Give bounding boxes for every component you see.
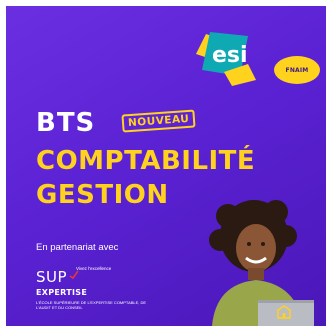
title-line-comptabilite: COMPTABILITÉ [36, 146, 256, 176]
new-badge: NOUVEAU [121, 109, 196, 133]
esi-logo-text: esi [212, 43, 248, 68]
promo-banner: esi FNAIM BTS NOUVEAU COMPTABILITÉ GESTI… [6, 6, 326, 326]
esi-logo: esi [190, 24, 260, 86]
sup-wordmark: SUP [36, 268, 68, 286]
bts-label: BTS [36, 108, 96, 138]
sup-description: L'école supérieure de l'expertise compta… [36, 300, 147, 310]
fnaim-logo: FNAIM [274, 56, 320, 84]
sup-tagline: Vivez l'excellence [76, 266, 112, 271]
expertise-wordmark: EXPERTISE [36, 288, 88, 297]
title-line-gestion: GESTION [36, 180, 169, 210]
student-photo [209, 200, 314, 326]
partnership-intro: En partenariat avec [36, 242, 119, 253]
checkmark-icon [69, 270, 79, 280]
fnaim-logo-text: FNAIM [285, 66, 309, 74]
sup-expertise-logo: Vivez l'excellence SUP EXPERTISE L'école… [32, 264, 152, 324]
